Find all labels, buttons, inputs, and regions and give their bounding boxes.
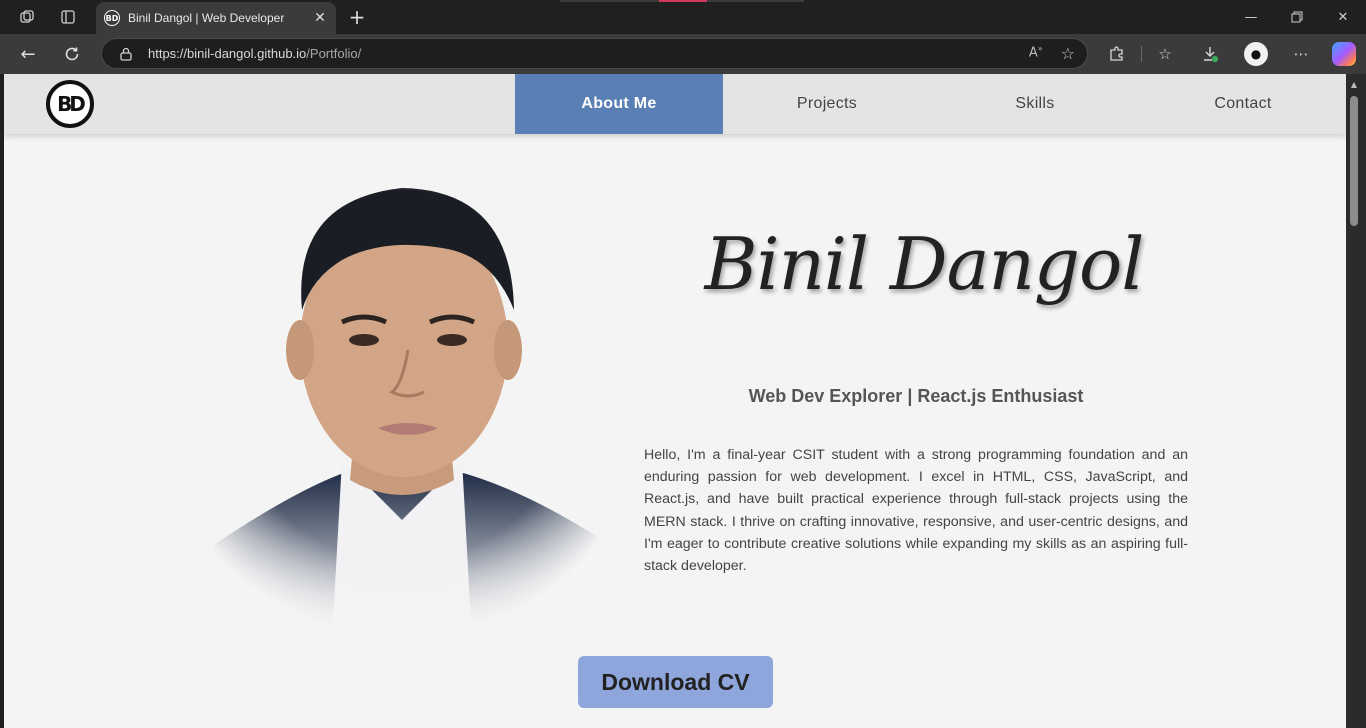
download-cv-button[interactable]: Download CV	[578, 656, 773, 708]
workspaces-icon[interactable]	[16, 6, 38, 28]
profile-avatar[interactable]: ●	[1244, 42, 1268, 66]
hero-name: Binil Dangol	[704, 222, 1145, 306]
window-close-icon[interactable]: ✕	[1332, 6, 1354, 28]
url-path: /Portfolio/	[306, 46, 362, 61]
favorites-icon[interactable]: ☆	[1154, 43, 1176, 65]
tab-title: Binil Dangol | Web Developer	[128, 11, 285, 25]
hero-subtitle: Web Dev Explorer | React.js Enthusiast	[748, 386, 1084, 406]
scrollbar-thumb[interactable]	[1350, 96, 1358, 226]
nav-contact[interactable]: Contact	[1139, 74, 1346, 134]
profile-photo	[172, 160, 632, 640]
more-icon[interactable]: ⋯	[1290, 43, 1312, 65]
refresh-icon[interactable]	[60, 42, 84, 66]
page-viewport: BD About Me Projects Skills Contact Bini…	[4, 74, 1346, 728]
copilot-icon[interactable]	[1332, 42, 1356, 66]
url-origin: https://binil-dangol.github.io	[148, 46, 307, 61]
extensions-icon[interactable]	[1106, 43, 1128, 65]
close-icon[interactable]: ✕	[310, 8, 330, 28]
minimize-icon[interactable]: —	[1240, 6, 1262, 28]
toolbar-divider	[1141, 46, 1142, 62]
lock-icon[interactable]	[118, 46, 134, 62]
favorite-star-icon[interactable]: ☆	[1061, 44, 1075, 63]
drag-region-highlight	[659, 0, 707, 2]
site-navbar: BD About Me Projects Skills Contact	[4, 74, 1346, 134]
tab-favicon: BD	[104, 10, 120, 26]
hero-bio: Hello, I'm a final-year CSIT student wit…	[644, 447, 1188, 575]
site-logo[interactable]: BD	[46, 80, 94, 128]
nav-skills[interactable]: Skills	[931, 74, 1139, 134]
new-tab-icon[interactable]: +	[346, 5, 368, 29]
tab-actions-icon[interactable]	[57, 6, 79, 28]
restore-icon[interactable]	[1286, 6, 1308, 28]
nav-projects[interactable]: Projects	[723, 74, 931, 134]
nav-about-me[interactable]: About Me	[515, 74, 723, 134]
active-tab[interactable]: BD Binil Dangol | Web Developer ✕	[96, 2, 336, 34]
scroll-up-icon[interactable]: ▲	[1350, 80, 1358, 90]
back-icon[interactable]: ←	[16, 42, 40, 66]
address-bar[interactable]: https://binil-dangol.github.io/Portfolio…	[101, 38, 1088, 69]
read-aloud-icon[interactable]: A»	[1029, 44, 1043, 63]
downloads-icon[interactable]	[1199, 43, 1221, 65]
url-text[interactable]: https://binil-dangol.github.io/Portfolio…	[148, 46, 361, 61]
